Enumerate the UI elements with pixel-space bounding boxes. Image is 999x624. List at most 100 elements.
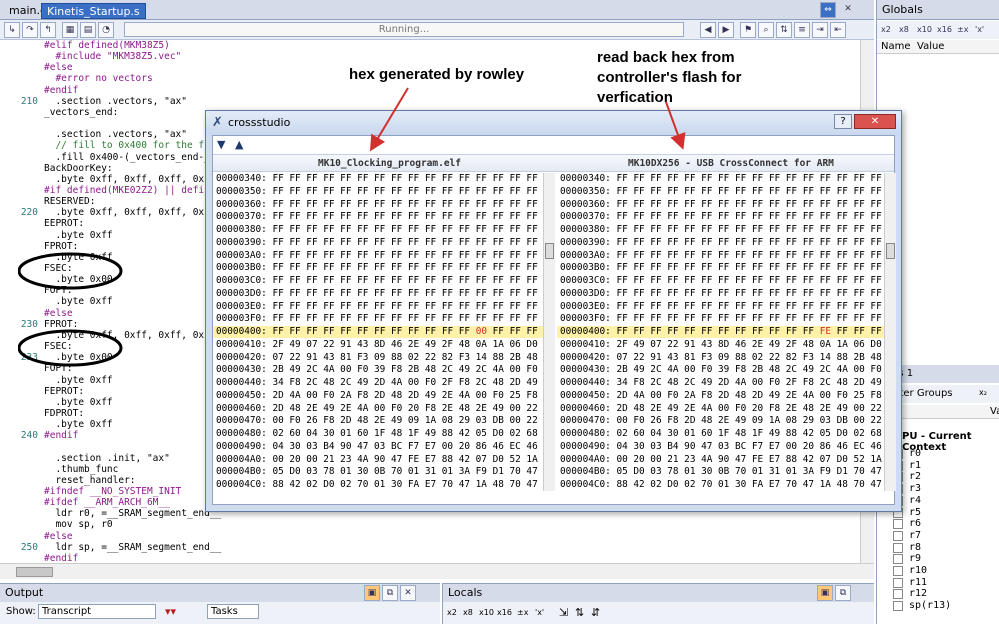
code-line[interactable]: mov sp, r0	[44, 519, 112, 530]
code-line[interactable]: EEPROT:	[44, 218, 84, 229]
right-vertical-scrollbar[interactable]	[884, 173, 896, 491]
code-line[interactable]: .thumb_func	[44, 464, 118, 475]
code-line[interactable]: #endif	[44, 430, 78, 441]
code-line[interactable]: _vectors_end:	[44, 107, 118, 118]
tasks-select[interactable]: Tasks	[207, 604, 259, 619]
hex-row[interactable]: 00000470: 00 F0 26 F8 2D 48 2E 49 09 1A …	[213, 415, 543, 427]
code-line[interactable]: .section .vectors, "ax"	[44, 129, 187, 140]
hex-row[interactable]: 00000420: 07 22 91 43 81 F3 09 88 02 22 …	[557, 352, 885, 364]
register-checkbox[interactable]	[893, 530, 903, 541]
hex-row[interactable]: 00000410: 2F 49 07 22 91 43 8D 46 2E 49 …	[557, 339, 885, 351]
register-checkbox[interactable]	[893, 577, 903, 588]
memory-icon[interactable]: ▦	[62, 22, 78, 38]
code-line[interactable]: #elif defined(MKM38Z5)	[44, 40, 170, 51]
code-line[interactable]: .byte 0xff	[44, 419, 112, 430]
hex-row[interactable]: 00000490: 04 30 03 B4 90 47 03 BC F7 E7 …	[213, 441, 543, 453]
hex-row[interactable]: 000004A0: 00 20 00 21 23 4A 90 47 FE E7 …	[557, 454, 885, 466]
fmt-char-button[interactable]: 'x'	[975, 25, 984, 34]
hex-row[interactable]: 00000460: 2D 48 2E 49 2E 4A 00 F0 20 F8 …	[557, 403, 885, 415]
hex-row[interactable]: 00000370: FF FF FF FF FF FF FF FF FF FF …	[557, 211, 885, 223]
go-to-icon[interactable]: ⇲	[559, 606, 568, 619]
next-difference-icon[interactable]: ▼	[217, 138, 225, 151]
code-line[interactable]: .byte 0xff	[44, 397, 112, 408]
output-float-icon[interactable]: ⧉	[382, 585, 398, 601]
hex-row[interactable]: 00000440: 34 F8 2C 48 2C 49 2D 4A 00 F0 …	[213, 377, 543, 389]
register-checkbox[interactable]	[893, 566, 903, 576]
output-pin-icon[interactable]: ▣	[364, 585, 380, 601]
indent-icon[interactable]: ⇥	[812, 22, 828, 38]
left-vertical-scrollbar[interactable]	[543, 173, 555, 491]
register-checkbox[interactable]	[893, 601, 903, 612]
code-line[interactable]: reset_handler:	[44, 475, 135, 486]
hex-row[interactable]: 000003C0: FF FF FF FF FF FF FF FF FF FF …	[213, 275, 543, 287]
registers-value-column[interactable]: Va	[990, 406, 999, 417]
hex-row[interactable]: 00000450: 2D 4A 00 F0 2A F8 2D 48 2D 49 …	[213, 390, 543, 402]
hex-row[interactable]: 00000390: FF FF FF FF FF FF FF FF FF FF …	[557, 237, 885, 249]
toggle-icon[interactable]: ⇅	[776, 22, 792, 38]
hex-row[interactable]: 000003B0: FF FF FF FF FF FF FF FF FF FF …	[213, 262, 543, 274]
window-list-icon[interactable]: ⇔	[820, 2, 836, 18]
code-line[interactable]: BackDoorKey:	[44, 163, 113, 174]
help-button[interactable]: ?	[834, 114, 852, 129]
code-line[interactable]: #ifndef __NO_SYSTEM_INIT	[44, 486, 181, 497]
code-line[interactable]: ldr r0, =__SRAM_segment_end__	[44, 508, 221, 519]
hex-row[interactable]: 000003D0: FF FF FF FF FF FF FF FF FF FF …	[557, 288, 885, 300]
hex-row[interactable]: 00000440: 34 F8 2C 48 2C 49 2D 4A 00 F0 …	[557, 377, 885, 389]
hex-row[interactable]: 00000360: FF FF FF FF FF FF FF FF FF FF …	[213, 199, 543, 211]
code-line[interactable]: FEPROT:	[44, 386, 84, 397]
hex-row[interactable]: 000004B0: 05 D0 03 78 01 30 0B 70 01 31 …	[557, 466, 885, 478]
step-out-icon[interactable]: ↰	[40, 22, 56, 38]
code-line[interactable]: FDPROT:	[44, 408, 84, 419]
close-button[interactable]: ✕	[854, 114, 896, 129]
code-line[interactable]: ldr sp, =__SRAM_segment_end__	[44, 542, 221, 553]
chart-icon[interactable]: ◔	[98, 22, 114, 38]
forward-icon[interactable]: ▶	[718, 22, 734, 38]
code-line[interactable]: #ifdef __ARM_ARCH_6M__	[44, 497, 170, 508]
hex-row[interactable]: 00000400: FF FF FF FF FF FF FF FF FF FF …	[557, 326, 885, 338]
globals-value-column[interactable]: Value	[917, 41, 944, 52]
fmt-decimal-button[interactable]: x10	[917, 25, 932, 34]
fmt-hex-button[interactable]: x16	[937, 25, 952, 34]
editor-horizontal-scrollbar[interactable]	[0, 563, 874, 579]
hex-row[interactable]: 00000460: 2D 48 2E 49 2E 4A 00 F0 20 F8 …	[213, 403, 543, 415]
hex-row[interactable]: 00000380: FF FF FF FF FF FF FF FF FF FF …	[557, 224, 885, 236]
locals-fmt-binary-button[interactable]: x2	[447, 608, 457, 617]
hex-row[interactable]: 000003B0: FF FF FF FF FF FF FF FF FF FF …	[557, 262, 885, 274]
hex-row[interactable]: 00000480: 02 60 04 30 01 60 1F 48 1F 49 …	[557, 428, 885, 440]
register-checkbox[interactable]	[893, 589, 903, 600]
right-hex-pane[interactable]: 00000340: FF FF FF FF FF FF FF FF FF FF …	[557, 173, 885, 491]
fmt-binary-icon[interactable]: x₂	[979, 388, 987, 397]
sort-ascending-icon[interactable]: ⇅	[575, 606, 584, 619]
step-over-icon[interactable]: ↷	[22, 22, 38, 38]
bookmark-icon[interactable]: ⚑	[740, 22, 756, 38]
hex-row[interactable]: 00000340: FF FF FF FF FF FF FF FF FF FF …	[557, 173, 885, 185]
back-icon[interactable]: ◀	[700, 22, 716, 38]
hex-row[interactable]: 000003C0: FF FF FF FF FF FF FF FF FF FF …	[557, 275, 885, 287]
hex-row[interactable]: 00000450: 2D 4A 00 F0 2A F8 2D 48 2D 49 …	[557, 390, 885, 402]
comment-icon[interactable]: ≡	[794, 22, 810, 38]
close-document-icon[interactable]: ✕	[840, 2, 856, 18]
register-checkbox[interactable]	[893, 519, 903, 530]
hex-row[interactable]: 000004C0: 88 42 02 D0 02 70 01 30 FA E7 …	[213, 479, 543, 491]
code-line[interactable]: #else	[44, 62, 73, 73]
code-line[interactable]: #error no vectors	[44, 73, 152, 84]
register-checkbox[interactable]	[893, 554, 903, 565]
code-line[interactable]: #else	[44, 531, 73, 542]
code-line[interactable]: RESERVED:	[44, 196, 95, 207]
step-into-icon[interactable]: ↳	[4, 22, 20, 38]
outdent-icon[interactable]: ⇤	[830, 22, 846, 38]
watch-icon[interactable]: ▤	[80, 22, 96, 38]
fmt-signed-button[interactable]: ±x	[957, 25, 968, 34]
code-line[interactable]: .byte 0xff, 0xff, 0xff, 0xff	[44, 207, 215, 218]
locals-fmt-char-button[interactable]: 'x'	[535, 608, 544, 617]
filter-icon[interactable]: ▾▾	[165, 605, 176, 618]
right-scroll-thumb[interactable]	[886, 243, 895, 259]
code-line[interactable]: .section .init, "ax"	[44, 453, 169, 464]
code-line[interactable]: .byte 0xff	[44, 375, 112, 386]
hex-row[interactable]: 00000380: FF FF FF FF FF FF FF FF FF FF …	[213, 224, 543, 236]
tab-kinetis-startup[interactable]: Kinetis_Startup.s	[41, 3, 146, 19]
code-line[interactable]: #include "MKM38Z5.vec"	[44, 51, 181, 62]
locals-fmt-decimal-button[interactable]: x10	[479, 608, 494, 617]
left-hex-pane[interactable]: 00000340: FF FF FF FF FF FF FF FF FF FF …	[213, 173, 543, 491]
hex-row[interactable]: 000003E0: FF FF FF FF FF FF FF FF FF FF …	[213, 301, 543, 313]
